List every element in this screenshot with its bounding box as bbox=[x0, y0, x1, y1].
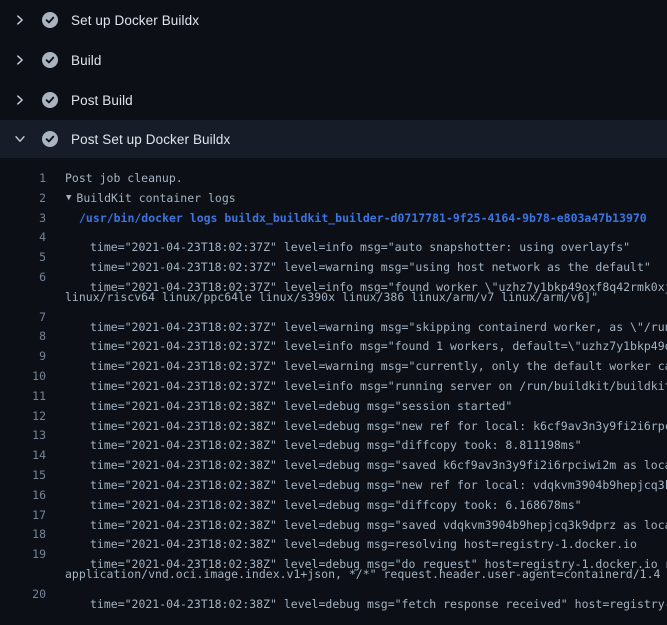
log-line-number[interactable]: 4 bbox=[0, 228, 46, 248]
log-line-number[interactable]: 2 bbox=[0, 189, 46, 209]
log-line-number[interactable]: 20 bbox=[0, 585, 46, 605]
log-group-label[interactable]: BuildKit container logs bbox=[76, 189, 235, 209]
step-header-post-setup-docker-buildx[interactable]: Post Set up Docker Buildx bbox=[0, 120, 667, 158]
log-line-number[interactable]: 18 bbox=[0, 525, 46, 545]
check-circle-icon bbox=[42, 52, 58, 68]
log-row: linux/riscv64 linux/ppc64le linux/s390x … bbox=[0, 288, 667, 308]
log-row: 7time="2021-04-23T18:02:37Z" level=warni… bbox=[0, 308, 667, 328]
log-line-text: Post job cleanup. bbox=[65, 169, 183, 189]
log-line-number[interactable]: 7 bbox=[0, 308, 46, 328]
log-row: 1 Post job cleanup. bbox=[0, 169, 667, 189]
log-line-number[interactable]: 12 bbox=[0, 407, 46, 427]
log-row: 19time="2021-04-23T18:02:38Z" level=debu… bbox=[0, 545, 667, 565]
log-line-text: time="2021-04-23T18:02:38Z" level=debug … bbox=[77, 585, 667, 625]
log-line-number[interactable]: 19 bbox=[0, 545, 46, 565]
log-row: 17time="2021-04-23T18:02:38Z" level=debu… bbox=[0, 506, 667, 526]
log-line-number[interactable]: 15 bbox=[0, 466, 46, 486]
log-row: 4time="2021-04-23T18:02:37Z" level=info … bbox=[0, 228, 667, 248]
check-circle-icon bbox=[42, 92, 58, 108]
log-line-number[interactable]: 5 bbox=[0, 248, 46, 268]
step-header-post-build[interactable]: Post Build bbox=[0, 80, 667, 120]
log-row: 3/usr/bin/docker logs buildx_buildkit_bu… bbox=[0, 209, 667, 229]
log-line-number[interactable]: 13 bbox=[0, 426, 46, 446]
log-line-text: linux/riscv64 linux/ppc64le linux/s390x … bbox=[65, 288, 598, 308]
log-line-number[interactable]: 10 bbox=[0, 367, 46, 387]
check-circle-icon bbox=[42, 12, 58, 28]
log-row: 12time="2021-04-23T18:02:38Z" level=debu… bbox=[0, 407, 667, 427]
log-line-number[interactable]: 8 bbox=[0, 327, 46, 347]
log-row: 6time="2021-04-23T18:02:37Z" level=info … bbox=[0, 268, 667, 288]
chevron-down-icon bbox=[13, 131, 29, 147]
log-row: 10time="2021-04-23T18:02:37Z" level=info… bbox=[0, 367, 667, 387]
step-header-setup-docker-buildx[interactable]: Set up Docker Buildx bbox=[0, 0, 667, 40]
step-title: Set up Docker Buildx bbox=[71, 13, 199, 28]
log-line-number bbox=[0, 288, 46, 308]
log-command-text: /usr/bin/docker logs buildx_buildkit_bui… bbox=[79, 209, 647, 229]
step-header-build[interactable]: Build bbox=[0, 40, 667, 80]
log-row: 20time="2021-04-23T18:02:38Z" level=debu… bbox=[0, 585, 667, 605]
log-line-number[interactable]: 16 bbox=[0, 486, 46, 506]
step-title: Post Set up Docker Buildx bbox=[71, 132, 230, 147]
chevron-right-icon bbox=[13, 52, 29, 68]
log-line-number[interactable]: 11 bbox=[0, 387, 46, 407]
log-line-number[interactable]: 17 bbox=[0, 506, 46, 526]
log-row: 15time="2021-04-23T18:02:38Z" level=debu… bbox=[0, 466, 667, 486]
step-log-output: 1 Post job cleanup. 2 ▼BuildKit container l… bbox=[0, 158, 667, 605]
log-row: 9time="2021-04-23T18:02:37Z" level=warni… bbox=[0, 347, 667, 367]
log-line-number[interactable]: 9 bbox=[0, 347, 46, 367]
check-circle-icon bbox=[42, 131, 58, 147]
log-line-text: application/vnd.oci.image.index.v1+json,… bbox=[65, 565, 660, 585]
log-row: 18time="2021-04-23T18:02:38Z" level=debu… bbox=[0, 525, 667, 545]
chevron-right-icon bbox=[13, 12, 29, 28]
log-row: 2 ▼BuildKit container logs bbox=[0, 189, 667, 209]
log-line-number[interactable]: 6 bbox=[0, 268, 46, 288]
log-line-number bbox=[0, 565, 46, 585]
log-row: 5time="2021-04-23T18:02:37Z" level=warni… bbox=[0, 248, 667, 268]
log-row: 8time="2021-04-23T18:02:37Z" level=info … bbox=[0, 327, 667, 347]
chevron-right-icon bbox=[13, 92, 29, 108]
log-line-number[interactable]: 3 bbox=[0, 209, 46, 229]
step-title: Build bbox=[71, 53, 102, 68]
log-row: 13time="2021-04-23T18:02:38Z" level=debu… bbox=[0, 426, 667, 446]
log-row: application/vnd.oci.image.index.v1+json,… bbox=[0, 565, 667, 585]
job-steps-list: Set up Docker Buildx Build Post Build Po… bbox=[0, 0, 667, 605]
log-row: 16time="2021-04-23T18:02:38Z" level=debu… bbox=[0, 486, 667, 506]
triangle-down-icon[interactable]: ▼ bbox=[66, 189, 71, 209]
log-line-number[interactable]: 14 bbox=[0, 446, 46, 466]
step-title: Post Build bbox=[71, 93, 133, 108]
log-row: 14time="2021-04-23T18:02:38Z" level=debu… bbox=[0, 446, 667, 466]
log-line-number[interactable]: 1 bbox=[0, 169, 46, 189]
